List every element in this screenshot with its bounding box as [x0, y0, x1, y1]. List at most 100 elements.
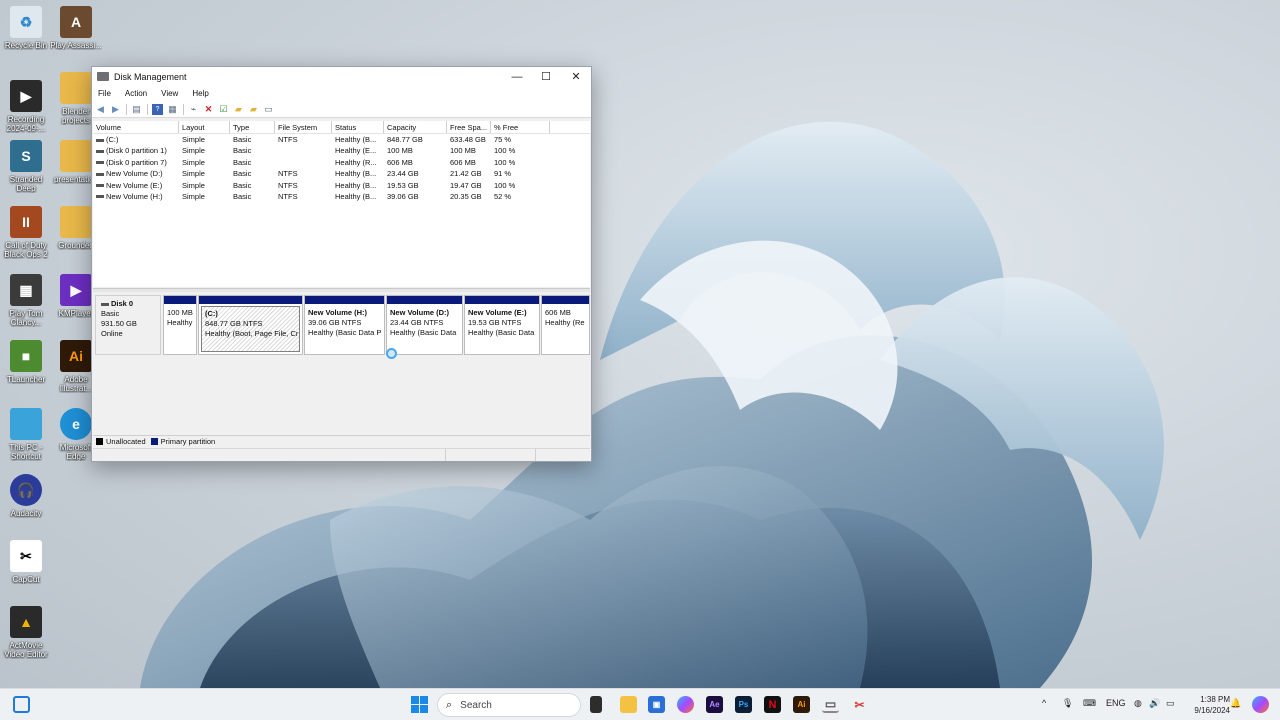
status-bar-section — [446, 449, 536, 461]
recycle-bin-shortcut[interactable]: ♻ Recycle Bin — [0, 6, 52, 50]
task-view-icon[interactable] — [590, 696, 602, 713]
volume-status: Healthy (B... — [335, 135, 377, 144]
partition-e[interactable]: New Volume (E:) 19.53 GB NTFS Healthy (B… — [464, 295, 540, 355]
keyboard-icon[interactable]: ⌨ — [1083, 698, 1096, 709]
battery-icon[interactable]: ▭ — [1166, 698, 1175, 709]
column-layout[interactable]: Layout — [179, 121, 230, 133]
volume-status: Healthy (R... — [335, 157, 377, 167]
menu-bar: File Action View Help — [92, 86, 591, 101]
recycle-bin-icon: ♻ — [10, 6, 42, 38]
recording-file-shortcut[interactable]: ▶ Recording 2024-09-... — [0, 80, 52, 133]
microphone-icon[interactable]: 🎙 — [1062, 698, 1073, 709]
volume-name: (C:) — [106, 135, 119, 144]
copilot-icon[interactable] — [677, 696, 694, 713]
partition-efi[interactable]: 100 MB Healthy — [163, 295, 197, 355]
netflix-icon[interactable]: N — [764, 696, 781, 713]
language-indicator[interactable]: ENG — [1106, 698, 1126, 708]
start-button[interactable] — [411, 696, 428, 713]
volume-type: Basic — [233, 135, 252, 144]
volume-file-system: NTFS — [278, 191, 298, 201]
partition-h[interactable]: New Volume (H:) 39.06 GB NTFS Healthy (B… — [304, 295, 385, 355]
this-pc-shortcut[interactable]: This PC - Shortcut — [0, 408, 52, 461]
partition-size: 39.06 GB NTFS — [308, 318, 362, 327]
menu-view[interactable]: View — [161, 89, 178, 98]
menu-file[interactable]: File — [98, 89, 111, 98]
show-hidden-icons-chevron-icon[interactable]: ^ — [1042, 698, 1046, 708]
volume-type: Basic — [233, 169, 252, 179]
play-assassins-shortcut[interactable]: A Play Assassi... — [50, 6, 102, 50]
microsoft-store-icon[interactable]: ▣ — [648, 696, 665, 713]
search-folder-icon[interactable]: ▰ — [248, 104, 259, 115]
close-button[interactable]: ✕ — [561, 67, 591, 86]
primary-partition-bar — [305, 296, 384, 304]
volume-row[interactable]: (Disk 0 partition 1) Simple Basic Health… — [93, 145, 590, 156]
after-effects-icon[interactable]: Ae — [706, 696, 723, 713]
volume-capacity: 39.06 GB — [387, 191, 419, 201]
audacity-shortcut[interactable]: 🎧 Audacity — [0, 474, 52, 518]
connect-icon[interactable]: ⌁ — [188, 104, 199, 115]
toolbar-divider — [126, 103, 127, 115]
column-file-system[interactable]: File System — [275, 121, 332, 133]
check-icon[interactable]: ☑ — [218, 104, 229, 115]
column-type[interactable]: Type — [230, 121, 275, 133]
back-arrow-icon[interactable]: ◀ — [95, 104, 106, 115]
help-icon[interactable]: ? — [152, 103, 163, 115]
taskbar-search-box[interactable]: ⌕ Search — [437, 693, 581, 717]
console-tree-icon[interactable]: ▤ — [131, 104, 142, 115]
volume-file-system: NTFS — [278, 180, 298, 190]
disk-0-info[interactable]: Disk 0 Basic 931.50 GB Online — [95, 295, 161, 355]
system-clock[interactable]: 1:38 PM 9/16/2024 — [1186, 694, 1230, 716]
photoshop-icon[interactable]: Ps — [735, 696, 752, 713]
column-percent-free[interactable]: % Free — [491, 121, 550, 133]
open-folder-icon[interactable]: ▰ — [233, 104, 244, 115]
column-filler — [550, 121, 590, 133]
menu-action[interactable]: Action — [125, 89, 147, 98]
snipping-tool-icon[interactable]: ✂ — [851, 696, 868, 713]
volume-type: Basic — [233, 191, 252, 201]
volume-row[interactable]: (C:) Simple Basic NTFS Healthy (B... 848… — [93, 134, 590, 145]
column-capacity[interactable]: Capacity — [384, 121, 447, 133]
disk-management-taskbar-icon[interactable]: ▭ — [822, 696, 839, 713]
volume-name: New Volume (H:) — [106, 191, 163, 201]
edge-icon: e — [60, 408, 92, 440]
volume-free-space: 20.35 GB — [450, 191, 482, 201]
actmovie-shortcut[interactable]: ▲ ActMovie Video Editor — [0, 606, 52, 659]
copilot-tray-icon[interactable] — [1252, 696, 1269, 713]
search-placeholder: Search — [460, 699, 492, 711]
tlauncher-shortcut[interactable]: ■ TLauncher — [0, 340, 52, 384]
delete-icon[interactable]: ✕ — [203, 104, 214, 115]
partition-recovery[interactable]: 606 MB Healthy (Re — [541, 295, 590, 355]
file-explorer-icon[interactable] — [620, 696, 637, 713]
forward-arrow-icon[interactable]: ▶ — [110, 104, 121, 115]
properties-icon[interactable]: ▦ — [167, 104, 178, 115]
partition-d[interactable]: New Volume (D:) 23.44 GB NTFS Healthy (B… — [386, 295, 463, 355]
volume-icon[interactable]: 🔊 — [1149, 698, 1160, 709]
volume-row[interactable]: New Volume (E:) Simple Basic NTFS Health… — [93, 180, 590, 191]
disk-state: Online — [101, 329, 123, 338]
view-icon[interactable]: ▭ — [263, 104, 274, 115]
widgets-icon[interactable] — [13, 696, 30, 713]
computer-icon — [10, 408, 42, 440]
notification-bell-icon[interactable]: 🔔 — [1230, 698, 1241, 709]
partition-name: New Volume (H:) — [308, 308, 368, 317]
minimize-button[interactable]: — — [502, 67, 532, 86]
volume-row[interactable]: New Volume (H:) Simple Basic NTFS Health… — [93, 191, 590, 202]
call-of-duty-shortcut[interactable]: II Call of Duty Black Ops 2 — [0, 206, 52, 259]
capcut-shortcut[interactable]: ✂ CapCut — [0, 540, 52, 584]
play-tom-clancy-shortcut[interactable]: ▦ Play Tom Clancy... — [0, 274, 52, 327]
volume-row[interactable]: (Disk 0 partition 7) Simple Basic Health… — [93, 157, 590, 168]
maximize-button[interactable]: ☐ — [531, 67, 561, 86]
volume-status: Healthy (B... — [335, 169, 377, 179]
menu-help[interactable]: Help — [192, 89, 208, 98]
partition-c[interactable]: (C:) 848.77 GB NTFS Healthy (Boot, Page … — [198, 295, 303, 355]
stranded-deep-shortcut[interactable]: S Stranded Deep — [0, 140, 52, 193]
illustrator-icon[interactable]: Ai — [793, 696, 810, 713]
network-icon[interactable]: ◍ — [1134, 698, 1142, 709]
column-free-space[interactable]: Free Spa... — [447, 121, 491, 133]
title-bar[interactable]: Disk Management — ☐ ✕ — [92, 67, 591, 86]
column-volume[interactable]: Volume — [93, 121, 179, 133]
partition-status: Healthy (Basic Data — [468, 328, 535, 337]
volume-capacity: 100 MB — [387, 146, 413, 156]
volume-row[interactable]: New Volume (D:) Simple Basic NTFS Health… — [93, 168, 590, 179]
column-status[interactable]: Status — [332, 121, 384, 133]
